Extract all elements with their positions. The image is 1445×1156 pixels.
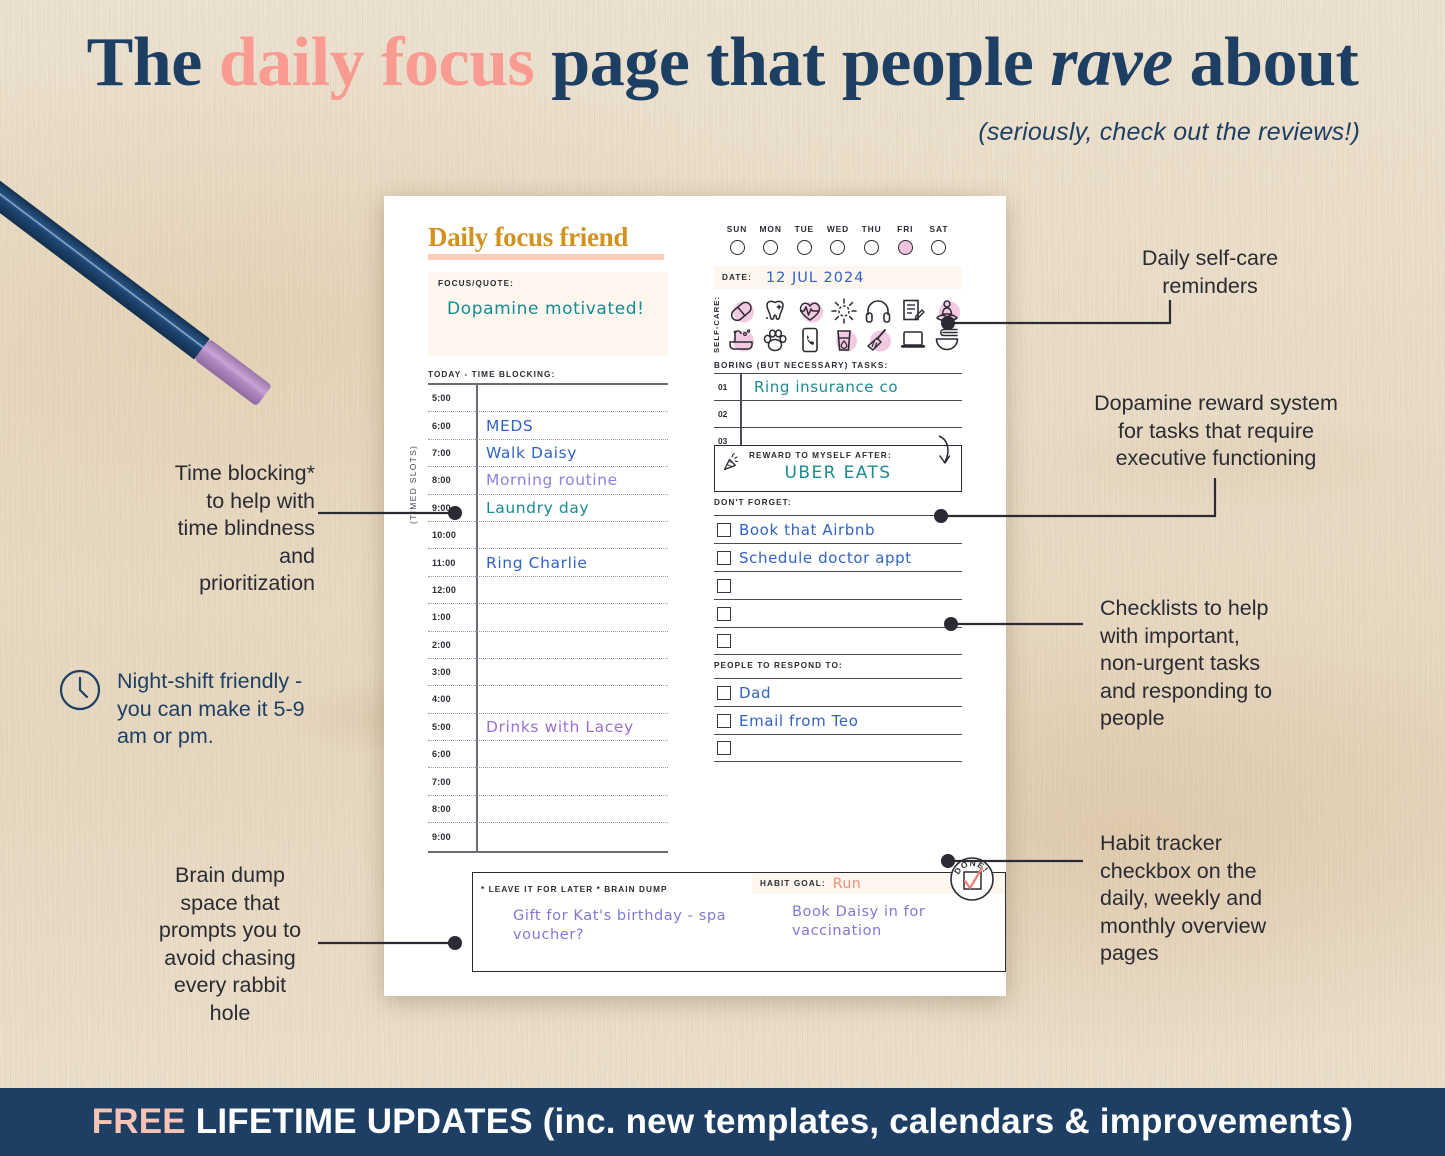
bottom-banner: FREE LIFETIME UPDATES (inc. new template… [0, 1088, 1445, 1156]
annotation-self-care: Daily self-care reminders [1141, 246, 1279, 298]
annotation-habit-tracker: Habit tracker checkbox on the daily, wee… [1100, 831, 1267, 966]
annotation-brain-dump: Brain dump space that prompts you to avo… [158, 863, 302, 1025]
banner-free-word: FREE [91, 1102, 186, 1141]
annotation-time-blocking: Time blocking* to help with time blindne… [174, 461, 315, 596]
annotation-dopamine: Dopamine reward system for tasks that re… [1094, 391, 1338, 471]
clock-icon [59, 669, 101, 711]
banner-rest: LIFETIME UPDATES (inc. new templates, ca… [185, 1102, 1354, 1141]
annotation-checklists: Checklists to help with important, non-u… [1100, 596, 1273, 731]
annotation-night-shift: Night-shift friendly - you can make it 5… [117, 669, 305, 749]
banner-text: FREE LIFETIME UPDATES (inc. new template… [92, 1102, 1354, 1142]
